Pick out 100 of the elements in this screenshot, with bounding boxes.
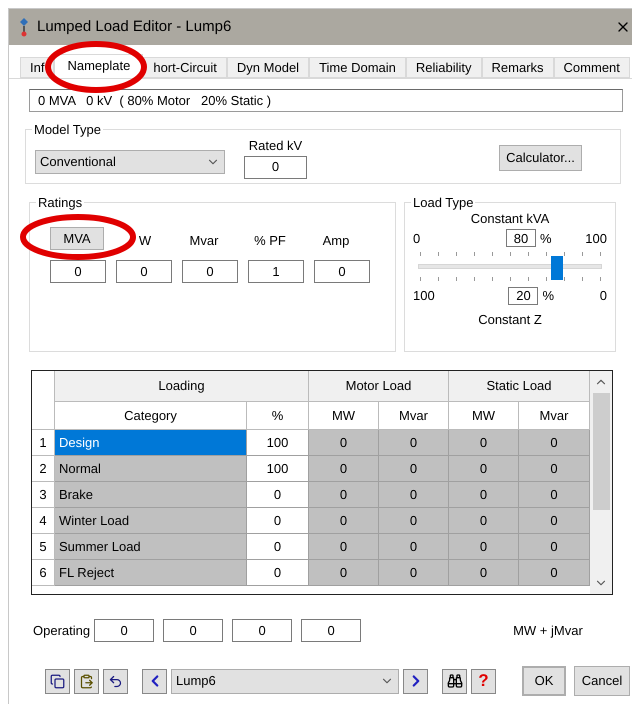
row-number: 3 [32,482,55,508]
unit-label: % [542,287,554,305]
table-cell[interactable]: Design [55,430,247,456]
table-cell: 0 [449,456,519,482]
rating-field[interactable]: 0 [182,260,238,283]
unit-label: % [540,230,552,248]
tab[interactable]: Remarks [482,57,554,78]
table-cell[interactable]: Summer Load [55,534,247,560]
tab[interactable]: Comment [554,57,630,78]
row-number: 2 [32,456,55,482]
field-label: Rated kV [248,137,302,155]
table-cell: 0 [379,508,449,534]
rated-kv-field[interactable]: 0 [244,156,307,178]
tab[interactable]: Reliability [406,57,482,78]
previous-button[interactable] [142,668,167,694]
table-cell: 0 [379,560,449,586]
table-cell: 0 [519,508,590,534]
rating-field[interactable]: 0 [50,260,106,283]
table-cell: 0 [379,534,449,560]
model-type-dropdown[interactable]: Conventional [35,150,225,174]
table-cell: 0 [309,456,379,482]
column-header: Category [55,402,247,430]
copy-button[interactable] [45,668,70,694]
table-cell: 0 [309,508,379,534]
scrollbar[interactable] [590,371,612,594]
find-button[interactable] [442,668,467,694]
rating-field[interactable]: 0 [314,260,370,283]
summary-field: 0 MVA 0 kV ( 80% Motor 20% Static ) [29,89,623,112]
row-number: 6 [32,560,55,586]
table-cell: 0 [379,430,449,456]
column-label: % PF [253,232,287,250]
group-header: Loading [55,371,309,402]
column-label: Mvar [188,232,220,250]
table-cell: 0 [519,430,590,456]
operating-field[interactable]: 0 [163,619,224,642]
table-cell: 100 [247,430,309,456]
next-button[interactable] [403,668,428,694]
table-cell: 0 [309,534,379,560]
slider-label: Constant Z [478,310,542,328]
scale-label: 0 [600,287,607,305]
operating-field[interactable]: 0 [301,619,362,642]
percent-field[interactable]: 20 [508,286,538,305]
binoculars-icon [446,673,462,689]
table-cell: 0 [247,560,309,586]
app-icon [19,17,29,37]
help-button[interactable]: ? [471,668,496,694]
tab[interactable]: Dyn Model [226,57,310,78]
scale-label: 100 [413,287,435,305]
tab[interactable]: Time Domain [309,57,406,78]
table-cell: 0 [519,534,590,560]
tab[interactable]: Nameplate [54,54,144,78]
table-cell: 0 [309,430,379,456]
group-header: Static Load [449,371,590,402]
rating-field[interactable]: 1 [248,260,304,283]
table-cell: 0 [449,508,519,534]
calculator-button[interactable]: Calculator... [499,145,582,171]
operating-field[interactable]: 0 [94,619,154,642]
undo-button[interactable] [103,668,128,694]
scroll-thumb[interactable] [592,393,610,510]
column-header: MW [309,402,379,430]
column-header: MW [449,402,519,430]
copy-icon [50,674,65,688]
mva-button[interactable]: MVA [50,227,104,250]
ok-button[interactable]: OK [522,666,566,696]
column-header: Mvar [379,402,449,430]
table-cell[interactable]: Winter Load [55,508,247,534]
table-cell: 0 [519,560,590,586]
paste-icon [79,674,94,688]
table-cell[interactable]: Normal [55,456,247,482]
paste-button[interactable] [74,668,99,694]
group-header: Motor Load [309,371,449,402]
load-type-slider[interactable] [418,250,602,284]
scale-label: 0 [413,230,420,248]
column-header: Mvar [519,402,590,430]
rating-field[interactable]: 0 [116,260,172,283]
slider-label: Constant kVA [470,210,550,228]
window-title: Lumped Load Editor - Lump6 [37,16,232,37]
record-dropdown[interactable]: Lump6 [171,668,399,694]
table-cell: 100 [247,456,309,482]
table-cell: 0 [309,560,379,586]
percent-field[interactable]: 80 [506,229,536,248]
table-cell[interactable]: FL Reject [55,560,247,586]
cancel-button[interactable]: Cancel [574,666,630,696]
row-number: 5 [32,534,55,560]
operating-field[interactable]: 0 [232,619,292,642]
table-cell: 0 [247,482,309,508]
table-cell: 0 [379,456,449,482]
table-cell: 0 [379,482,449,508]
table-cell: 0 [449,482,519,508]
slider-thumb[interactable] [550,256,563,280]
column-label: Amp [322,232,350,250]
unit-label: MW + jMvar [513,622,583,640]
tab[interactable]: hort-Circuit [143,57,227,78]
table-cell: 0 [519,456,590,482]
corner-cell [32,371,55,430]
table-cell: 0 [449,534,519,560]
operating-label: Operating [33,622,90,640]
table-cell: 0 [519,482,590,508]
row-number: 1 [32,430,55,456]
table-cell[interactable]: Brake [55,482,247,508]
